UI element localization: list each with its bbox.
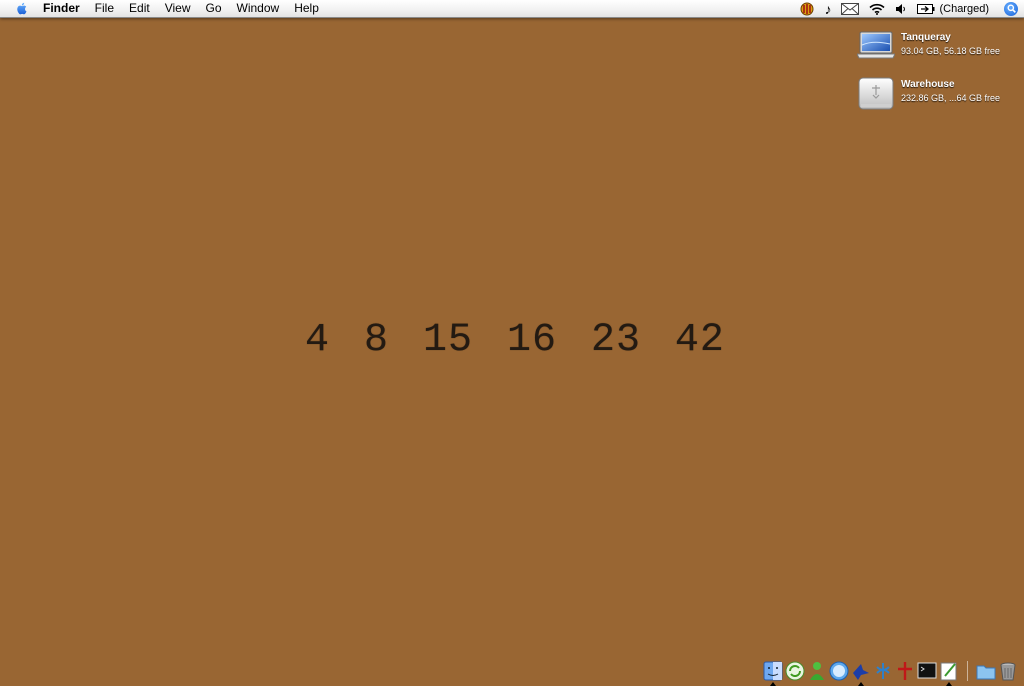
spotlight-icon[interactable] bbox=[1004, 1, 1018, 16]
menu-window[interactable]: Window bbox=[237, 1, 280, 16]
menu-file[interactable]: File bbox=[95, 1, 114, 16]
firewire-drive-icon bbox=[858, 77, 894, 110]
dock bbox=[761, 653, 1018, 686]
battery-label: (Charged) bbox=[939, 2, 989, 15]
safari-icon[interactable] bbox=[829, 661, 849, 681]
finder-icon[interactable] bbox=[763, 661, 783, 686]
ichat-icon[interactable] bbox=[807, 661, 827, 681]
drive-info: 232.86 GB, ...64 GB free bbox=[901, 93, 1001, 103]
number-item: 42 bbox=[674, 318, 725, 363]
number-item: 16 bbox=[506, 318, 557, 363]
drive-info: 93.04 GB, 56.18 GB free bbox=[901, 46, 1001, 56]
bird-icon[interactable] bbox=[851, 661, 871, 686]
textedit-icon[interactable] bbox=[939, 661, 959, 686]
number-item: 23 bbox=[590, 318, 641, 363]
drive-warehouse[interactable]: Warehouse 232.86 GB, ...64 GB free bbox=[857, 77, 1017, 117]
trash-icon[interactable] bbox=[998, 661, 1018, 681]
menu-edit[interactable]: Edit bbox=[129, 1, 150, 16]
pin-icon[interactable] bbox=[895, 661, 915, 681]
dock-separator bbox=[967, 661, 968, 681]
menu-finder[interactable]: Finder bbox=[43, 1, 80, 16]
desktop-number-sequence: 4 8 15 16 23 42 bbox=[305, 318, 725, 363]
menu-go[interactable]: Go bbox=[206, 1, 222, 16]
wifi-icon[interactable] bbox=[869, 3, 886, 15]
drive-name: Warehouse bbox=[901, 79, 955, 90]
mail-icon[interactable] bbox=[841, 2, 860, 15]
network-icon[interactable] bbox=[873, 661, 893, 681]
number-item: 4 bbox=[305, 318, 331, 363]
sync-icon[interactable] bbox=[785, 661, 805, 681]
terminal-icon[interactable] bbox=[917, 661, 937, 681]
volume-icon[interactable] bbox=[895, 3, 907, 15]
folder-icon[interactable] bbox=[976, 661, 996, 681]
menu-help[interactable]: Help bbox=[294, 1, 319, 16]
drive-name: Tanqueray bbox=[901, 32, 951, 43]
battery-icon bbox=[917, 3, 935, 14]
menu-view[interactable]: View bbox=[165, 1, 191, 16]
laptop-drive-icon bbox=[857, 31, 895, 59]
number-item: 15 bbox=[422, 318, 473, 363]
itunes-note-icon[interactable]: ♪ bbox=[824, 1, 831, 17]
battery-status[interactable]: (Charged) bbox=[917, 3, 989, 15]
apple-menu-icon[interactable] bbox=[14, 1, 30, 16]
weather-icon[interactable] bbox=[800, 2, 814, 16]
menu-bar: Finder File Edit View Go Window Help ♪ (… bbox=[0, 0, 1024, 18]
drive-tanqueray[interactable]: Tanqueray 93.04 GB, 56.18 GB free bbox=[857, 30, 1017, 70]
number-item: 8 bbox=[363, 318, 389, 363]
